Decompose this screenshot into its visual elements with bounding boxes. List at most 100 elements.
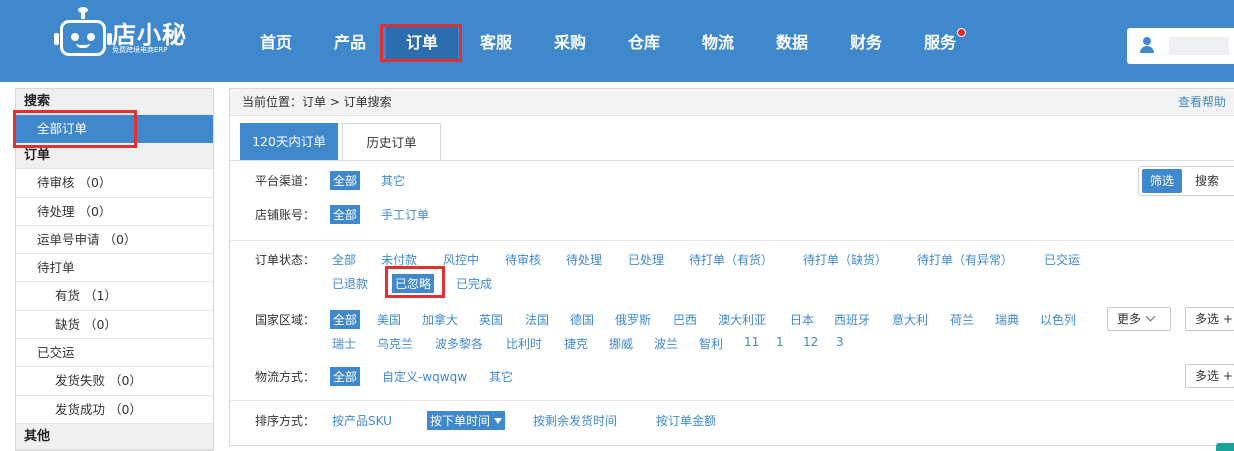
status-option-all[interactable]: 全部 — [332, 251, 356, 268]
status-option-shipped[interactable]: 已交运 — [1044, 251, 1080, 268]
country-option-us[interactable]: 美国 — [377, 311, 401, 328]
chevron-down-icon — [1145, 311, 1156, 322]
sidebar-item-tracking-request[interactable]: 运单号申请 （0） — [16, 226, 213, 255]
username-redacted — [1169, 37, 1229, 55]
logistics-option-custom[interactable]: 自定义-wqwqw — [382, 368, 467, 385]
country-option-spain[interactable]: 西班牙 — [834, 311, 870, 328]
country-option-brazil[interactable]: 巴西 — [673, 311, 697, 328]
logistics-option-all[interactable]: 全部 — [330, 367, 361, 386]
country-option-11[interactable]: 11 — [744, 335, 759, 349]
sidebar-item-ship-failed[interactable]: 发货失败 （0） — [16, 367, 213, 396]
status-option-unpaid[interactable]: 未付款 — [381, 251, 417, 268]
platform-option-other[interactable]: 其它 — [381, 172, 405, 189]
sidebar-header-search: 搜索 — [16, 89, 213, 115]
search-mode-button[interactable]: 搜索 — [1186, 169, 1228, 193]
tab-120-days[interactable]: 120天内订单 — [240, 123, 338, 160]
breadcrumb-text: 当前位置：订单 > 订单搜索 — [242, 95, 392, 109]
filter-mode-button[interactable]: 筛选 — [1142, 169, 1182, 193]
sidebar-header-orders: 订单 — [16, 143, 213, 170]
country-option-netherlands[interactable]: 荷兰 — [950, 311, 974, 328]
logistics-multi-select-button[interactable]: 多选 + — [1185, 364, 1234, 388]
logistics-option-other[interactable]: 其它 — [489, 368, 513, 385]
country-option-chile[interactable]: 智利 — [699, 335, 723, 352]
status-option-pending-review[interactable]: 待审核 — [505, 251, 541, 268]
country-label: 国家区域： — [255, 313, 316, 327]
country-option-canada[interactable]: 加拿大 — [422, 311, 458, 328]
status-option-refunded[interactable]: 已退款 — [332, 275, 368, 292]
sidebar-header-other: 其他 — [16, 423, 213, 450]
store-label: 店铺账号： — [255, 208, 316, 222]
nav-item-data[interactable]: 数据 — [756, 24, 828, 62]
store-option-all[interactable]: 全部 — [330, 205, 361, 224]
sort-option-amount[interactable]: 按订单金额 — [656, 412, 716, 429]
sort-option-sku[interactable]: 按产品SKU — [332, 412, 392, 429]
nav-item-purchase[interactable]: 采购 — [534, 24, 606, 62]
country-option-israel[interactable]: 以色列 — [1040, 311, 1076, 328]
more-countries-label: 更多 — [1117, 312, 1142, 326]
country-option-poland[interactable]: 波兰 — [654, 335, 678, 352]
nav-item-logistics[interactable]: 物流 — [682, 24, 754, 62]
country-option-puerto-rico[interactable]: 波多黎各 — [435, 335, 483, 352]
country-option-czech[interactable]: 捷克 — [564, 335, 588, 352]
country-option-uk[interactable]: 英国 — [479, 311, 503, 328]
country-option-italy[interactable]: 意大利 — [892, 311, 928, 328]
status-option-processed[interactable]: 已处理 — [628, 251, 664, 268]
sort-option-remaining-time[interactable]: 按剩余发货时间 — [533, 412, 617, 429]
mode-toggle: 筛选 搜索 — [1138, 166, 1234, 196]
help-link[interactable]: 查看帮助 — [1178, 89, 1226, 116]
sidebar-item-in-stock[interactable]: 有货 （1） — [16, 282, 213, 311]
brand-slogan: 免费跨境电商ERP — [112, 46, 168, 54]
user-menu[interactable] — [1127, 28, 1234, 64]
logo[interactable]: 店小秘 免费跨境电商ERP — [54, 7, 190, 60]
status-option-ignored[interactable]: 已忽略 — [392, 274, 435, 293]
nav-item-warehouse[interactable]: 仓库 — [608, 24, 680, 62]
nav-item-finance[interactable]: 财务 — [830, 24, 902, 62]
nav-item-services[interactable]: 服务 — [904, 24, 976, 62]
nav-item-services-label: 服务 — [923, 33, 956, 52]
country-option-norway[interactable]: 挪威 — [609, 335, 633, 352]
status-option-completed[interactable]: 已完成 — [456, 275, 492, 292]
more-countries-dropdown[interactable]: 更多 — [1107, 307, 1171, 331]
sidebar-item-all-orders[interactable]: 全部订单 — [16, 115, 213, 144]
country-option-belgium[interactable]: 比利时 — [506, 335, 542, 352]
country-option-1[interactable]: 1 — [776, 335, 784, 349]
nav-item-orders[interactable]: 订单 — [386, 24, 458, 62]
country-option-australia[interactable]: 澳大利亚 — [718, 311, 766, 328]
status-option-print-in-stock[interactable]: 待打单（有货） — [689, 251, 773, 268]
country-option-france[interactable]: 法国 — [525, 311, 549, 328]
help-widget-icon[interactable] — [1216, 443, 1234, 451]
tab-history[interactable]: 历史订单 — [342, 123, 441, 160]
country-option-switzerland[interactable]: 瑞士 — [332, 335, 356, 352]
sidebar-item-ship-success[interactable]: 发货成功 （0） — [16, 396, 213, 424]
breadcrumb: 当前位置：订单 > 订单搜索 查看帮助 — [230, 89, 1234, 116]
sidebar-item-shipped[interactable]: 已交运 — [16, 339, 213, 368]
status-option-risk-control[interactable]: 风控中 — [443, 251, 479, 268]
country-multi-select-button[interactable]: 多选 + — [1185, 307, 1234, 331]
country-option-japan[interactable]: 日本 — [790, 311, 814, 328]
country-option-germany[interactable]: 德国 — [570, 311, 594, 328]
nav-item-products[interactable]: 产品 — [314, 24, 386, 62]
status-option-print-exception[interactable]: 待打单（有异常） — [917, 251, 1013, 268]
sidebar-item-out-of-stock[interactable]: 缺货 （0） — [16, 311, 213, 340]
logistics-label: 物流方式： — [255, 370, 316, 384]
nav-item-service[interactable]: 客服 — [460, 24, 532, 62]
sidebar-item-pending-print[interactable]: 待打单 — [16, 254, 213, 283]
sidebar-item-pending-review[interactable]: 待审核 （0） — [16, 169, 213, 198]
user-icon — [1137, 36, 1157, 56]
country-option-russia[interactable]: 俄罗斯 — [615, 311, 651, 328]
sidebar-item-pending-process[interactable]: 待处理 （0） — [16, 198, 213, 226]
sort-option-order-time[interactable]: 按下单时间 — [427, 411, 506, 430]
country-option-sweden[interactable]: 瑞典 — [995, 311, 1019, 328]
status-option-print-out-of-stock[interactable]: 待打单（缺货） — [803, 251, 887, 268]
status-option-pending-process[interactable]: 待处理 — [566, 251, 602, 268]
platform-label: 平台渠道： — [255, 174, 316, 188]
notification-dot-icon — [957, 28, 966, 37]
country-option-all[interactable]: 全部 — [330, 310, 361, 329]
nav-item-home[interactable]: 首页 — [240, 24, 312, 62]
country-option-ukraine[interactable]: 乌克兰 — [377, 335, 413, 352]
store-option-manual[interactable]: 手工订单 — [381, 206, 429, 223]
country-option-12[interactable]: 12 — [803, 335, 818, 349]
platform-option-all[interactable]: 全部 — [330, 171, 361, 190]
country-option-3[interactable]: 3 — [836, 335, 844, 349]
top-navbar: 店小秘 免费跨境电商ERP 首页 产品 订单 客服 采购 仓库 物流 数据 财务… — [0, 0, 1234, 82]
